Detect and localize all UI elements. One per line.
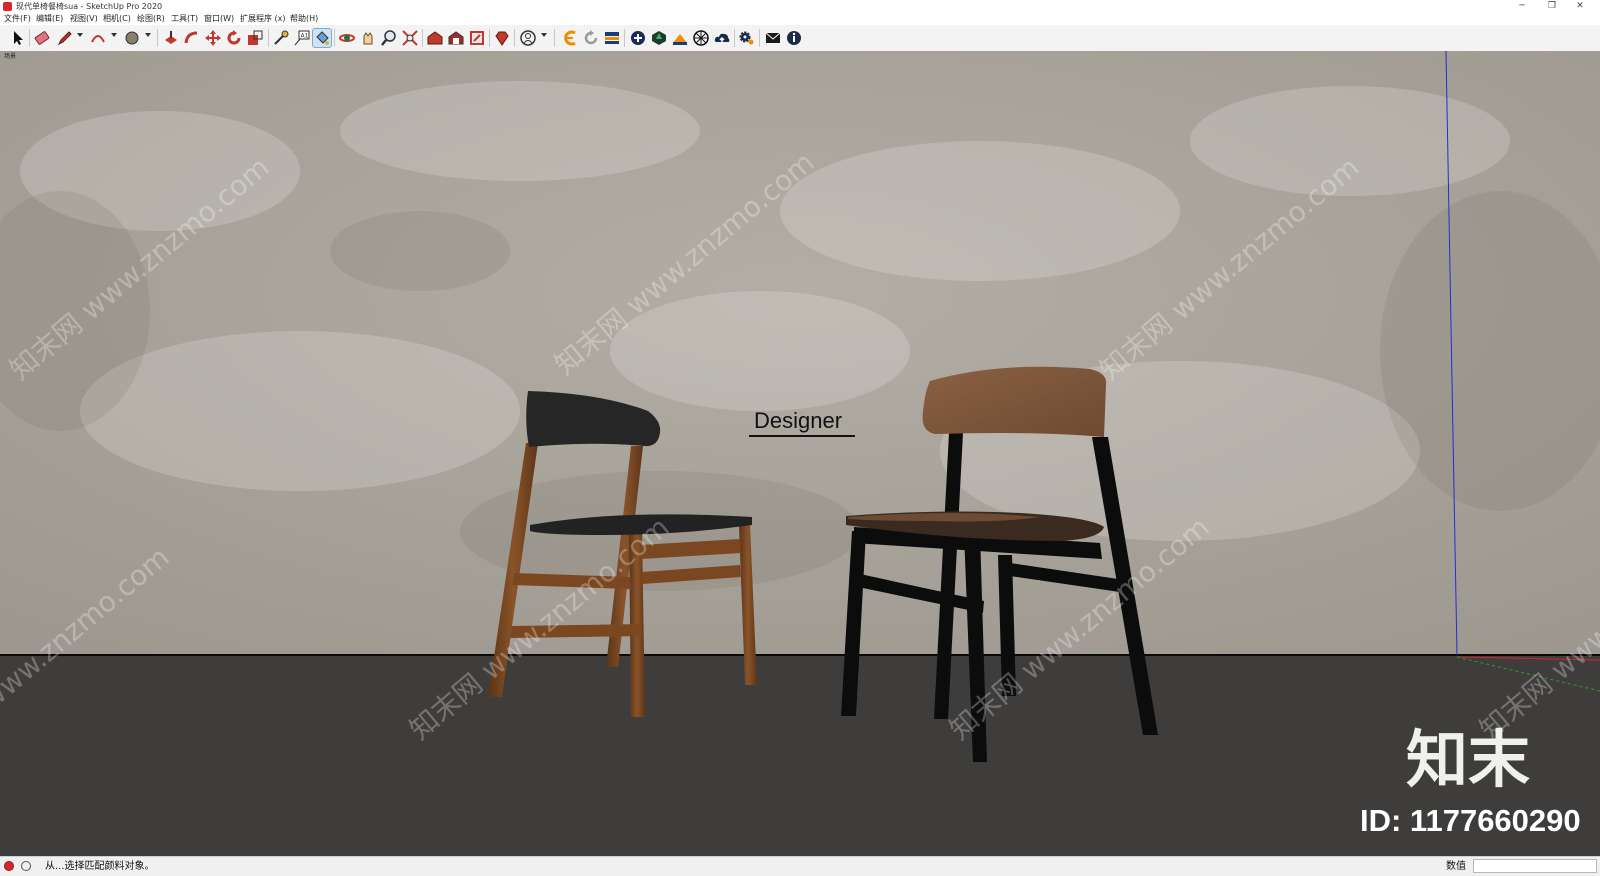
scale-icon[interactable]	[246, 29, 264, 47]
menu-view[interactable]: 视图(V)	[70, 13, 98, 25]
chevron-down-icon[interactable]	[111, 33, 117, 37]
menu-bar: 文件(F) 编辑(E) 视图(V) 相机(C) 绘图(R) 工具(T) 窗口(W…	[0, 13, 1600, 25]
credits-icon[interactable]	[21, 861, 31, 871]
geo-location-icon[interactable]	[4, 861, 14, 871]
plugin-orange-icon[interactable]	[561, 29, 579, 47]
chevron-down-icon[interactable]	[77, 33, 83, 37]
rotate-icon[interactable]	[225, 29, 243, 47]
pan-icon[interactable]	[359, 29, 377, 47]
orbit-icon[interactable]	[338, 29, 356, 47]
close-button[interactable]: ✕	[1566, 0, 1594, 13]
layout-icon[interactable]	[468, 29, 486, 47]
arc-icon[interactable]	[89, 29, 107, 47]
menu-help[interactable]: 帮助(H)	[290, 13, 318, 25]
pencil-icon[interactable]	[56, 29, 74, 47]
gears-icon[interactable]	[738, 29, 756, 47]
designer-label[interactable]: Designer	[754, 408, 842, 433]
warehouse-icon[interactable]	[426, 29, 444, 47]
toolbar-separator	[489, 29, 490, 47]
menu-tools[interactable]: 工具(T)	[171, 13, 198, 25]
account-icon[interactable]	[519, 29, 537, 47]
zoom-icon[interactable]	[380, 29, 398, 47]
menu-window[interactable]: 窗口(W)	[204, 13, 234, 25]
minimize-button[interactable]: ─	[1508, 0, 1536, 13]
move-icon[interactable]	[204, 29, 222, 47]
tape-measure-icon[interactable]	[272, 29, 290, 47]
text-icon[interactable]: A1	[293, 29, 311, 47]
status-message: 从...选择匹配颜料对象。	[45, 861, 155, 872]
toolbar-separator	[422, 29, 423, 47]
restore-button[interactable]: ❐	[1538, 0, 1566, 13]
toolbar-separator	[624, 29, 625, 47]
gem-icon[interactable]	[650, 29, 668, 47]
push-pull-icon[interactable]	[162, 29, 180, 47]
sketchup-app-icon	[3, 2, 12, 11]
toolbar-separator	[157, 29, 158, 47]
extension-warehouse-icon[interactable]	[447, 29, 465, 47]
cloud-icon[interactable]	[713, 29, 731, 47]
paint-bucket-icon[interactable]	[312, 28, 332, 48]
toolbar-separator	[268, 29, 269, 47]
chevron-down-icon[interactable]	[145, 33, 151, 37]
modeling-viewport[interactable]: 知末网 www.znzmo.com 知末网 www.znzmo.com 知末网 …	[0, 51, 1600, 856]
value-input[interactable]	[1473, 859, 1597, 873]
menu-extensions[interactable]: 扩展程序 (x)	[240, 13, 286, 25]
toolbar: A1	[0, 25, 1600, 52]
toolbar-separator	[334, 29, 335, 47]
ruby-icon[interactable]	[493, 29, 511, 47]
zoom-extents-icon[interactable]	[401, 29, 419, 47]
toolbar-separator	[759, 29, 760, 47]
refresh-icon[interactable]	[582, 29, 600, 47]
menu-camera[interactable]: 相机(C)	[103, 13, 131, 25]
image-id-label: ID: 1177660290	[1360, 803, 1581, 838]
value-label: 数值	[1446, 861, 1466, 872]
status-bar: 从...选择匹配颜料对象。 数值	[0, 856, 1600, 876]
brand-logo: 知末	[1406, 723, 1530, 796]
svg-text:A1: A1	[301, 33, 309, 40]
menu-edit[interactable]: 编辑(E)	[36, 13, 63, 25]
menu-draw[interactable]: 绘图(R)	[137, 13, 165, 25]
scene-tab[interactable]: 场景	[4, 52, 16, 60]
toolbar-separator	[554, 29, 555, 47]
info-icon[interactable]	[785, 29, 803, 47]
window-title: 现代单椅餐椅sua - SketchUp Pro 2020	[16, 2, 163, 11]
toolbar-separator	[514, 29, 515, 47]
menu-file[interactable]: 文件(F)	[4, 13, 31, 25]
chevron-down-icon[interactable]	[541, 33, 547, 37]
plus-circle-icon[interactable]	[629, 29, 647, 47]
plugin-bar-icon[interactable]	[603, 29, 621, 47]
circle-icon[interactable]	[123, 29, 141, 47]
chair-backrest	[922, 366, 1107, 437]
eraser-icon[interactable]	[33, 29, 51, 47]
sandbox-icon[interactable]	[671, 29, 689, 47]
select-icon[interactable]	[8, 29, 26, 47]
follow-me-icon[interactable]	[183, 29, 201, 47]
mail-icon[interactable]	[764, 29, 782, 47]
globe-icon[interactable]	[692, 29, 710, 47]
toolbar-separator	[29, 29, 30, 47]
title-bar: 现代单椅餐椅sua - SketchUp Pro 2020 ─ ❐ ✕	[0, 0, 1600, 13]
toolbar-separator	[734, 29, 735, 47]
